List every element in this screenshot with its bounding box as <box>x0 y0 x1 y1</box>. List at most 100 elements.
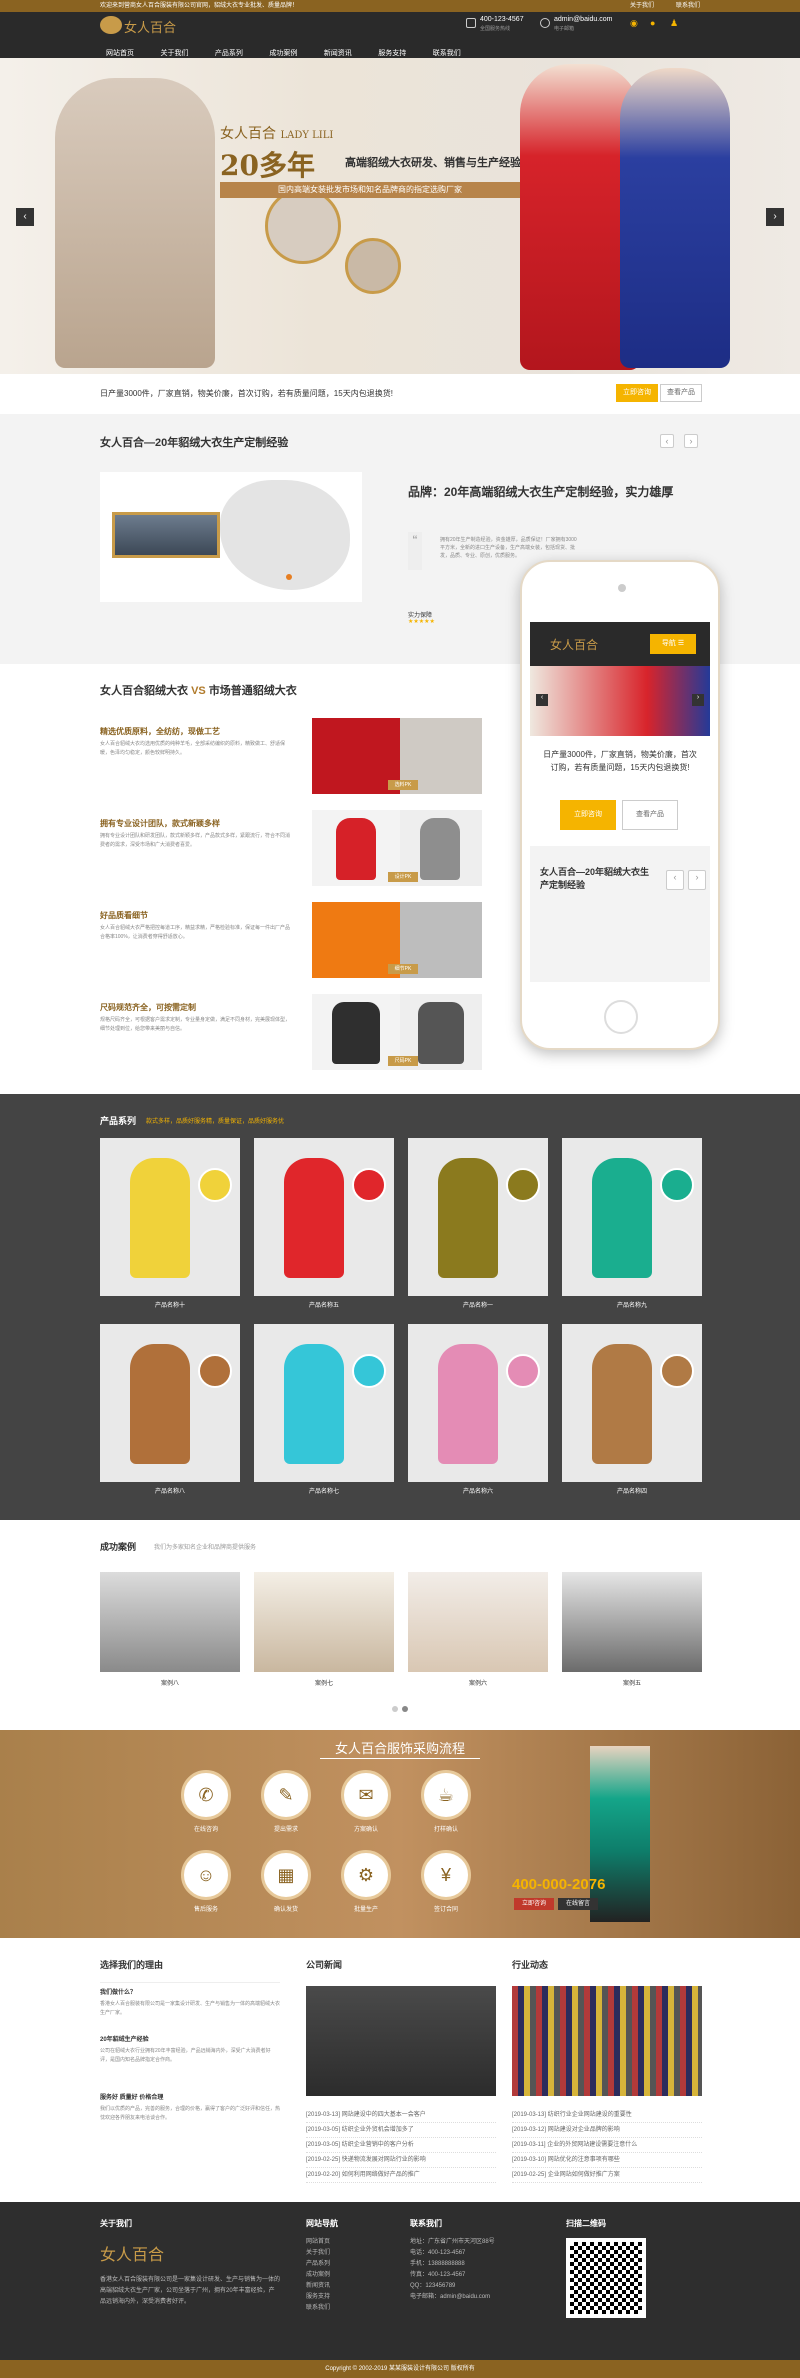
process-step-icon: ⚙ <box>341 1850 391 1900</box>
footer-contact: 联系我们 地址：广东省广州市天河区88号 电话：400-123-4567 手机：13… <box>410 2218 560 2303</box>
compare-title: 女人百合貂绒大衣 VS 市场普通貂绒大衣 <box>100 685 297 697</box>
news-list-item[interactable]: [2019-03-05] 纺织企业营销中的客户分析 <box>306 2138 496 2153</box>
about-map-card <box>100 472 362 602</box>
product-card[interactable]: 产品名称四 <box>562 1324 702 1500</box>
process-step-label: 方案确认 <box>353 1827 378 1833</box>
process-step-label: 提出需求 <box>273 1827 298 1833</box>
about-prev-arrow[interactable]: ‹ <box>660 434 674 448</box>
why-column: 选择我们的理由 我们做什么？ 香港女人百合服装有限公司是一家集设计研发、生产与销… <box>100 1958 280 2121</box>
notice-consult-button[interactable]: 立即咨询 <box>616 384 658 402</box>
phone-banner-next[interactable]: › <box>692 694 704 706</box>
footer-nav-link[interactable]: 成功案例 <box>306 2270 396 2281</box>
news-list-item[interactable]: [2019-03-05] 纺织企业外贸机会增加多了 <box>306 2123 496 2138</box>
footer-nav-link[interactable]: 新闻资讯 <box>306 2281 396 2292</box>
logo-text[interactable]: 女人百合 <box>124 17 176 36</box>
map-pin-icon <box>286 574 292 580</box>
footer-nav-link[interactable]: 网站首页 <box>306 2237 396 2248</box>
compare-item-text: 女人百合貂绒大衣均选用优质的纯种羊毛，全部采纺编织的原料，精致做工、舒适保暖，色… <box>100 741 286 756</box>
product-image <box>100 1324 240 1482</box>
phone-nav-button[interactable]: 导航 ☰ <box>650 634 696 654</box>
news-list-item[interactable]: [2019-03-10] 网站优化的注意事项有哪些 <box>512 2153 702 2168</box>
phone-consult-button[interactable]: 立即咨询 <box>560 800 616 830</box>
hero-prev-arrow[interactable]: ‹ <box>16 208 34 226</box>
process-steps: ✆ 在线咨询 ✎ 提出需求 ✉ 方案确认 ☕ 打样确认 ☺ 售后服务 ▦ 确认发货 ⚙ 批量生产 ¥ 签订合同 <box>176 1770 496 1930</box>
product-card[interactable]: 产品名称六 <box>408 1324 548 1500</box>
cases-dot[interactable] <box>392 1706 398 1712</box>
product-coat <box>438 1158 498 1278</box>
footer: 关于我们 女人百合 香港女人百合服装有限公司是一家集设计研发、生产与销售为一体的… <box>0 2202 800 2360</box>
phone-banner: ‹ › <box>530 666 710 736</box>
news-list-item[interactable]: [2019-03-13] 纺织行业企业网站建设的重要性 <box>512 2108 702 2123</box>
phone-section-title: 女人百合—20年貂绒大衣生产定制经验 <box>540 867 650 890</box>
process-step: ▦ 确认发货 <box>256 1850 316 1920</box>
weibo-icon[interactable]: ◉ <box>630 18 638 29</box>
product-swatch <box>660 1168 694 1202</box>
phone-products-button[interactable]: 查看产品 <box>622 800 678 830</box>
product-card[interactable]: 产品名称九 <box>562 1138 702 1314</box>
hero-next-arrow[interactable]: › <box>766 208 784 226</box>
news-list-item[interactable]: [2019-02-25] 企业网站如何做好推广方案 <box>512 2168 702 2183</box>
product-card[interactable]: 产品名称五 <box>254 1138 394 1314</box>
nav-products[interactable]: 产品系列 <box>215 48 243 58</box>
news-list-item[interactable]: [2019-02-25] 快递物流发展对网站行业的影响 <box>306 2153 496 2168</box>
footer-nav-link[interactable]: 关于我们 <box>306 2248 396 2259</box>
qq-icon[interactable]: ♟ <box>670 18 678 29</box>
nav-service[interactable]: 服务支持 <box>378 48 406 58</box>
notice-products-button[interactable]: 查看产品 <box>660 384 702 402</box>
phone-camera <box>618 584 626 592</box>
compare-item: 尺码规范齐全，可按需定制 规格尺码齐全，可根据客户需求定制，专业量身定做，满足不… <box>100 994 530 1074</box>
process-step-label: 签订合同 <box>433 1907 458 1913</box>
process-step-icon: ✎ <box>261 1770 311 1820</box>
nav-home[interactable]: 网站首页 <box>106 48 134 58</box>
case-card[interactable]: 案例八 <box>100 1572 240 1692</box>
news-list-item[interactable]: [2019-03-11] 企业的外贸网站建设需要注意什么 <box>512 2138 702 2153</box>
product-swatch <box>506 1168 540 1202</box>
topbar-link-about[interactable]: 关于我们 <box>630 0 654 12</box>
product-image <box>254 1138 394 1296</box>
product-card[interactable]: 产品名称八 <box>100 1324 240 1500</box>
footer-nav-link[interactable]: 产品系列 <box>306 2259 396 2270</box>
case-card[interactable]: 案例七 <box>254 1572 394 1692</box>
compare-item-title: 尺码规范齐全，可按需定制 <box>100 1003 196 1012</box>
header-phone: 400-123-4567 <box>480 16 524 23</box>
product-card[interactable]: 产品名称七 <box>254 1324 394 1500</box>
news-list-item[interactable]: [2019-03-12] 网站建设对企业品牌的影响 <box>512 2123 702 2138</box>
footer-nav-link[interactable]: 服务支持 <box>306 2292 396 2303</box>
topbar-link-contact[interactable]: 联系我们 <box>676 0 700 12</box>
footer-nav-link[interactable]: 联系我们 <box>306 2303 396 2314</box>
footer-nav-title: 网站导航 <box>306 2219 338 2228</box>
industry-list: [2019-03-13] 纺织行业企业网站建设的重要性 [2019-03-12] … <box>512 2108 702 2183</box>
qr-code <box>566 2238 646 2318</box>
phone-banner-prev[interactable]: ‹ <box>536 694 548 706</box>
nav-contact[interactable]: 联系我们 <box>433 48 461 58</box>
product-name: 产品名称十 <box>154 1303 185 1309</box>
nav-news[interactable]: 新闻资讯 <box>324 48 352 58</box>
news-list-item[interactable]: [2019-02-20] 如何利用网络做好产品的推广 <box>306 2168 496 2183</box>
footer-contact-item: QQ：123456789 <box>410 2283 456 2289</box>
nav-cases[interactable]: 成功案例 <box>269 48 297 58</box>
news-list-item[interactable]: [2019-03-13] 网站建设中的四大基本一会客户 <box>306 2108 496 2123</box>
process-message-button[interactable]: 在线留言 <box>558 1898 598 1910</box>
phone-prev-arrow[interactable]: ‹ <box>666 870 684 890</box>
main-nav: 网站首页 关于我们 产品系列 成功案例 新闻资讯 服务支持 联系我们 <box>100 42 700 58</box>
case-card[interactable]: 案例六 <box>408 1572 548 1692</box>
case-card[interactable]: 案例五 <box>562 1572 702 1692</box>
about-headline: 品牌：20年高端貂绒大衣生产定制经验，实力雄厚 <box>408 485 674 499</box>
footer-about: 关于我们 女人百合 香港女人百合服装有限公司是一家集设计研发、生产与销售为一体的… <box>100 2218 280 2308</box>
wechat-icon[interactable]: ● <box>650 18 655 28</box>
why-item-text: 我们以优质的产品，完善的服务，合理的价格，赢得了客户的广泛好评和信任，热忱欢迎各… <box>100 2106 281 2121</box>
about-next-arrow[interactable]: › <box>684 434 698 448</box>
case-image <box>254 1572 394 1672</box>
product-card[interactable]: 产品名称一 <box>408 1138 548 1314</box>
info-section: 选择我们的理由 我们做什么？ 香港女人百合服装有限公司是一家集设计研发、生产与销… <box>0 1938 800 2202</box>
why-item-text: 香港女人百合服装有限公司是一家集设计研发、生产与销售为一体的高端貂绒大衣生产厂家… <box>100 2001 281 2016</box>
compare-image-ours <box>312 718 400 794</box>
phone-next-arrow[interactable]: › <box>688 870 706 890</box>
process-step: ☺ 售后服务 <box>176 1850 236 1920</box>
product-image <box>562 1324 702 1482</box>
nav-about[interactable]: 关于我们 <box>160 48 188 58</box>
process-consult-button[interactable]: 立即咨询 <box>514 1898 554 1910</box>
cases-dot-active[interactable] <box>402 1706 408 1712</box>
product-image <box>408 1138 548 1296</box>
product-card[interactable]: 产品名称十 <box>100 1138 240 1314</box>
